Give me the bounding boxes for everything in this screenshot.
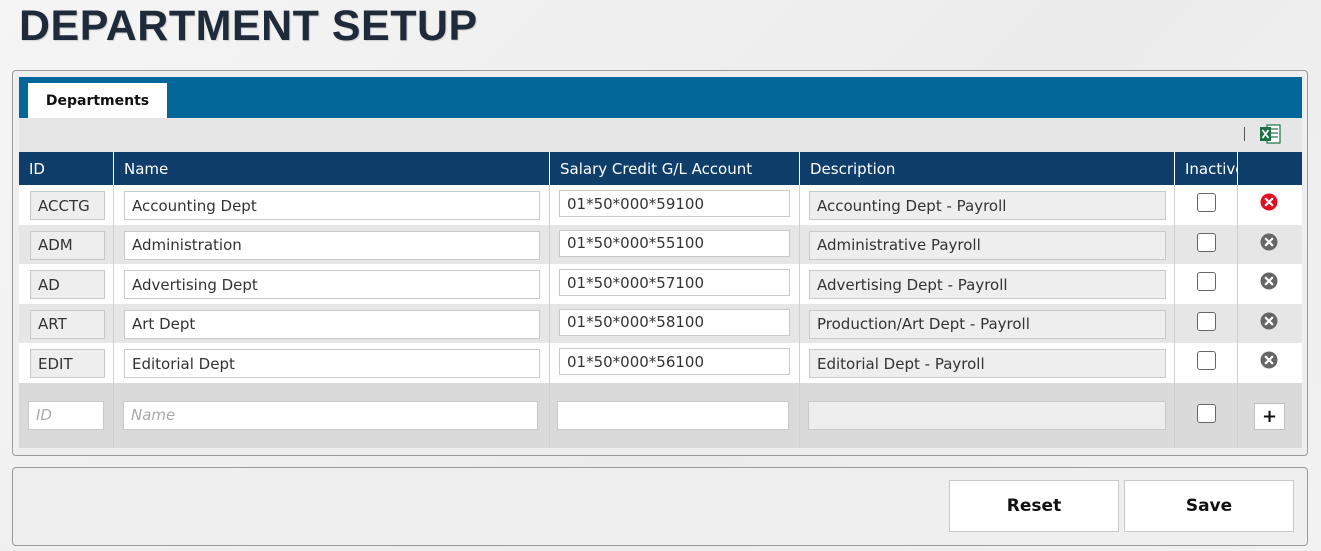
header-inactive[interactable]: Inactive	[1175, 152, 1238, 185]
row-inactive-checkbox[interactable]	[1197, 311, 1216, 331]
grid-toolbar	[19, 118, 1302, 152]
row-gl-account-input[interactable]: 01*50*000*57100	[559, 269, 790, 297]
table-row: ACCTG Accounting Dept 01*50*000*59100 Ac…	[19, 185, 1302, 225]
table-row: ADM Administration 01*50*000*55100 Admin…	[19, 224, 1302, 265]
new-id-input[interactable]: ID	[28, 400, 104, 430]
row-name-input[interactable]: Art Dept	[124, 309, 540, 339]
row-id-field[interactable]: ACCTG	[30, 191, 105, 220]
delete-row-icon[interactable]	[1260, 193, 1278, 211]
row-name-input[interactable]: Editorial Dept	[124, 349, 540, 379]
row-description-input[interactable]: Accounting Dept - Payroll	[809, 191, 1166, 220]
row-name-input[interactable]: Administration	[124, 230, 540, 260]
row-gl-account-input[interactable]: 01*50*000*55100	[559, 229, 790, 257]
header-description[interactable]: Description	[800, 152, 1175, 185]
page-title: DEPARTMENT SETUP	[19, 2, 478, 50]
toolbar-separator	[1244, 127, 1245, 141]
table-row: ART Art Dept 01*50*000*58100 Production/…	[19, 303, 1302, 344]
row-description-input[interactable]: Editorial Dept - Payroll	[809, 349, 1166, 379]
excel-export-icon[interactable]	[1259, 123, 1281, 145]
reset-button[interactable]: Reset	[949, 480, 1119, 532]
new-inactive-checkbox[interactable]	[1197, 403, 1216, 423]
row-name-input[interactable]: Advertising Dept	[124, 270, 540, 300]
departments-grid: ID Name Salary Credit G/L Account Descri…	[19, 152, 1302, 448]
row-name-input[interactable]: Accounting Dept	[124, 191, 540, 220]
row-gl-account-input[interactable]: 01*50*000*58100	[559, 308, 790, 336]
table-row: EDIT Editorial Dept 01*50*000*56100 Edit…	[19, 343, 1302, 383]
tab-departments[interactable]: Departments	[28, 83, 167, 118]
row-inactive-checkbox[interactable]	[1197, 272, 1216, 292]
table-row: AD Advertising Dept 01*50*000*57100 Adve…	[19, 264, 1302, 304]
row-gl-account-input[interactable]: 01*50*000*56100	[559, 348, 790, 376]
delete-row-icon[interactable]	[1260, 272, 1278, 290]
new-row: ID Name +	[19, 382, 1302, 448]
new-name-input[interactable]: Name	[123, 400, 538, 430]
new-name-placeholder: Name	[131, 406, 176, 425]
header-id[interactable]: ID	[19, 152, 114, 185]
header-gl-account[interactable]: Salary Credit G/L Account	[550, 152, 800, 185]
delete-row-icon[interactable]	[1260, 233, 1278, 251]
header-actions	[1238, 152, 1302, 185]
row-inactive-checkbox[interactable]	[1197, 232, 1216, 252]
row-description-input[interactable]: Administrative Payroll	[809, 230, 1166, 260]
new-id-placeholder: ID	[36, 406, 52, 425]
new-description-input[interactable]	[808, 400, 1166, 430]
row-inactive-checkbox[interactable]	[1197, 351, 1216, 371]
row-gl-account-input[interactable]: 01*50*000*59100	[559, 190, 790, 217]
delete-row-icon[interactable]	[1260, 351, 1278, 369]
save-button[interactable]: Save	[1124, 480, 1294, 532]
row-id-field[interactable]: ART	[30, 309, 105, 339]
row-description-input[interactable]: Advertising Dept - Payroll	[809, 270, 1166, 300]
tab-bar: Departments	[19, 77, 1302, 118]
delete-row-icon[interactable]	[1260, 312, 1278, 330]
new-gl-account-input[interactable]	[557, 400, 789, 430]
header-name[interactable]: Name	[114, 152, 550, 185]
grid-header: ID Name Salary Credit G/L Account Descri…	[19, 152, 1302, 185]
footer-panel: Reset Save	[12, 467, 1308, 546]
departments-panel: Departments ID Name Salary Credit G/L Ac…	[12, 70, 1308, 456]
row-id-field[interactable]: EDIT	[30, 349, 105, 379]
row-description-input[interactable]: Production/Art Dept - Payroll	[809, 309, 1166, 339]
row-id-field[interactable]: ADM	[30, 230, 105, 260]
row-id-field[interactable]: AD	[30, 270, 105, 300]
row-inactive-checkbox[interactable]	[1197, 193, 1216, 212]
add-row-button[interactable]: +	[1254, 402, 1285, 430]
